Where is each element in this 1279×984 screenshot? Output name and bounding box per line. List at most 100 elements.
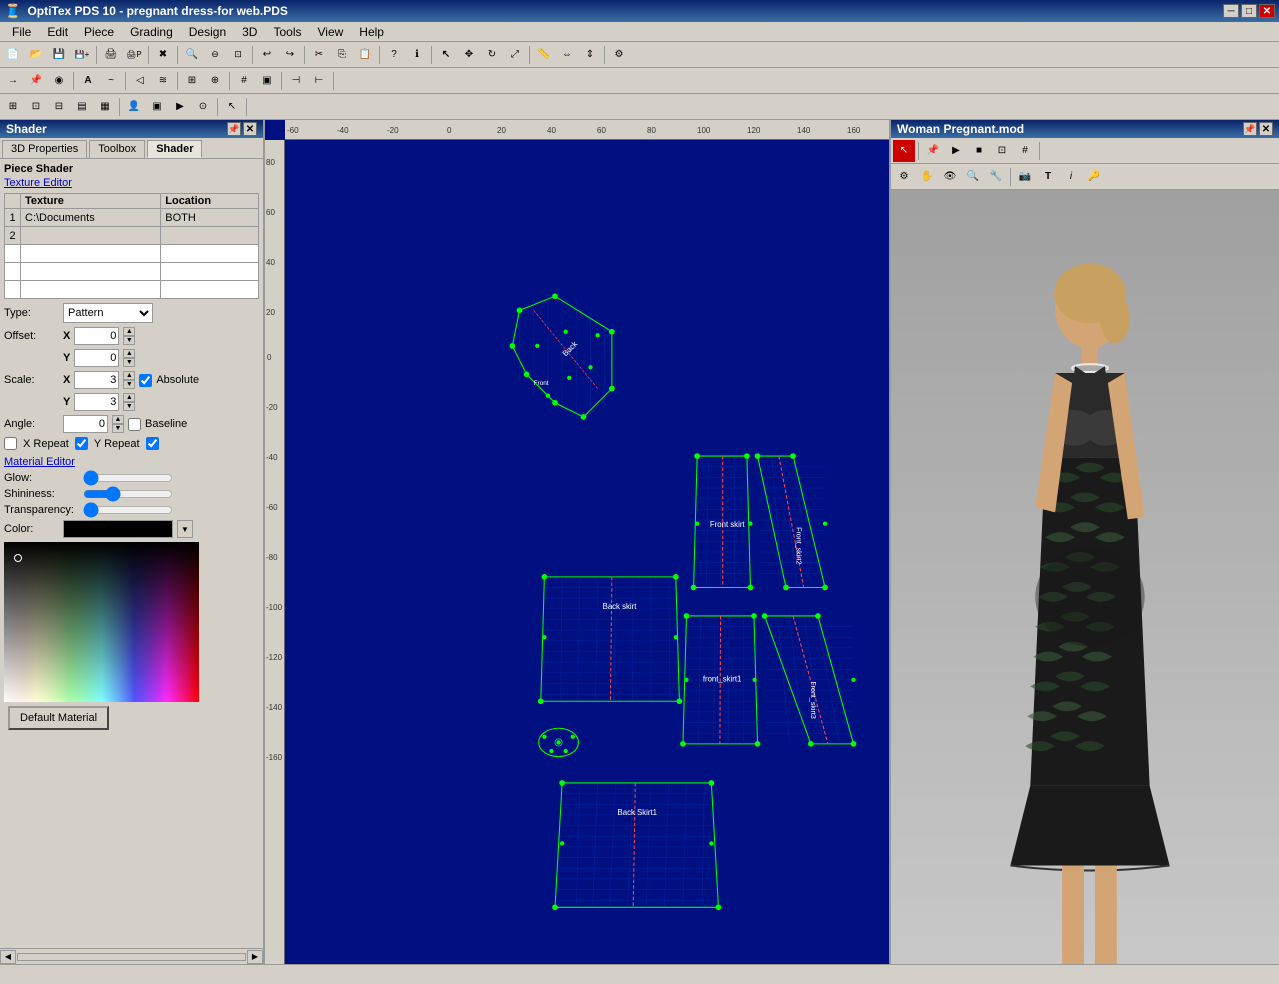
model-frame-btn[interactable]: ⊡ xyxy=(991,140,1013,162)
t5[interactable]: ▦ xyxy=(94,96,116,118)
shader-close-btn[interactable]: ✕ xyxy=(243,122,257,136)
maximize-btn[interactable]: □ xyxy=(1241,4,1257,18)
select-btn[interactable]: ↖ xyxy=(435,44,457,66)
texture-path-1[interactable]: C:\Documents xyxy=(21,209,161,227)
texture-editor-label[interactable]: Texture Editor xyxy=(4,177,259,189)
offset-y-input[interactable]: 0 xyxy=(74,349,119,367)
model-select-btn[interactable]: ↖ xyxy=(893,140,915,162)
delete-btn[interactable]: ✖ xyxy=(152,44,174,66)
angle-spin[interactable]: ▲ ▼ xyxy=(112,415,124,433)
cut-btn[interactable]: ✂ xyxy=(308,44,330,66)
t9[interactable]: ⊙ xyxy=(192,96,214,118)
align-r-btn[interactable]: ⊢ xyxy=(308,70,330,92)
zoom-in-btn[interactable]: 🔍 xyxy=(181,44,203,66)
scale-x-down[interactable]: ▼ xyxy=(123,380,135,389)
angle-input[interactable]: 0 xyxy=(63,415,108,433)
copy-btn[interactable]: ⎘ xyxy=(331,44,353,66)
scale-btn[interactable]: ⤢ xyxy=(504,44,526,66)
stitch-btn[interactable]: ⊞ xyxy=(181,70,203,92)
offset-y-spin[interactable]: ▲ ▼ xyxy=(123,349,135,367)
shininess-slider[interactable] xyxy=(83,489,173,499)
settings-btn[interactable]: ⚙ xyxy=(608,44,630,66)
menu-tools[interactable]: Tools xyxy=(265,23,309,41)
model-t1[interactable]: ⚙ xyxy=(893,166,915,188)
rotate-btn[interactable]: ↻ xyxy=(481,44,503,66)
tab-3d-properties[interactable]: 3D Properties xyxy=(2,140,87,158)
tab-toolbox[interactable]: Toolbox xyxy=(89,140,145,158)
angle-up[interactable]: ▲ xyxy=(112,415,124,424)
model-t5[interactable]: 🔧 xyxy=(985,166,1007,188)
offset-y-down[interactable]: ▼ xyxy=(123,358,135,367)
model-t6[interactable]: 📷 xyxy=(1014,166,1036,188)
save-btn[interactable]: 💾 xyxy=(48,44,70,66)
offset-x-input[interactable]: 0 xyxy=(74,327,119,345)
color-box[interactable] xyxy=(63,520,173,538)
redo-btn[interactable]: ↪ xyxy=(279,44,301,66)
location-2[interactable] xyxy=(161,227,259,245)
model-3d-view[interactable]: Opti Tex Next Generation 3D / 2D xyxy=(891,190,1279,964)
model-t8[interactable]: i xyxy=(1060,166,1082,188)
menu-file[interactable]: File xyxy=(4,23,39,41)
scale-y-down[interactable]: ▼ xyxy=(123,402,135,411)
model-close-btn[interactable]: ✕ xyxy=(1259,122,1273,136)
tab-shader[interactable]: Shader xyxy=(147,140,202,158)
new-btn[interactable]: 📄 xyxy=(2,44,24,66)
scale-x-up[interactable]: ▲ xyxy=(123,371,135,380)
scale-y-input[interactable]: 3 xyxy=(74,393,119,411)
arrow-btn[interactable]: → xyxy=(2,70,24,92)
t6[interactable]: 👤 xyxy=(123,96,145,118)
move-btn[interactable]: ✥ xyxy=(458,44,480,66)
model-t7[interactable]: T xyxy=(1037,166,1059,188)
model-play-btn[interactable]: ▶ xyxy=(945,140,967,162)
model-t2[interactable]: ✋ xyxy=(916,166,938,188)
offset-y-up[interactable]: ▲ xyxy=(123,349,135,358)
angle-down[interactable]: ▼ xyxy=(112,424,124,433)
absolute-checkbox[interactable] xyxy=(139,374,152,387)
canvas-area[interactable]: -60 -40 -20 0 20 40 60 80 100 120 140 16… xyxy=(265,120,889,964)
model-t4[interactable]: 🔍 xyxy=(962,166,984,188)
close-btn[interactable]: ✕ xyxy=(1259,4,1275,18)
texture-path-2[interactable] xyxy=(21,227,161,245)
t4[interactable]: ▤ xyxy=(71,96,93,118)
menu-design[interactable]: Design xyxy=(181,23,234,41)
y-repeat-checkbox[interactable] xyxy=(75,437,88,450)
paste-btn[interactable]: 📋 xyxy=(354,44,376,66)
menu-grading[interactable]: Grading xyxy=(122,23,181,41)
scale-y-spin[interactable]: ▲ ▼ xyxy=(123,393,135,411)
x-repeat-checkbox[interactable] xyxy=(4,437,17,450)
minimize-btn[interactable]: ─ xyxy=(1223,4,1239,18)
scroll-left-btn[interactable]: ◀ xyxy=(0,950,16,964)
scale-y-up[interactable]: ▲ xyxy=(123,393,135,402)
scale-x-input[interactable]: 3 xyxy=(74,371,119,389)
pointer-btn[interactable]: ↖ xyxy=(221,96,243,118)
model-t3[interactable]: 👁 xyxy=(939,166,961,188)
layer-btn[interactable]: ▣ xyxy=(256,70,278,92)
scale-x-spin[interactable]: ▲ ▼ xyxy=(123,371,135,389)
menu-help[interactable]: Help xyxy=(351,23,392,41)
print2-btn[interactable]: 🖨P xyxy=(123,44,145,66)
model-stop-btn[interactable]: ■ xyxy=(968,140,990,162)
t8[interactable]: ▶ xyxy=(169,96,191,118)
curve-btn[interactable]: ~ xyxy=(100,70,122,92)
pattern-canvas[interactable]: Back Front xyxy=(285,140,889,964)
menu-3d[interactable]: 3D xyxy=(234,23,265,41)
info-btn[interactable]: ℹ xyxy=(406,44,428,66)
extra-repeat-checkbox[interactable] xyxy=(146,437,159,450)
menu-edit[interactable]: Edit xyxy=(39,23,76,41)
title-controls[interactable]: ─ □ ✕ xyxy=(1223,4,1275,18)
dart-btn[interactable]: ◁ xyxy=(129,70,151,92)
model-pin-btn[interactable]: 📌 xyxy=(1243,122,1257,136)
scroll-right-btn[interactable]: ▶ xyxy=(247,950,263,964)
color-picker[interactable] xyxy=(4,542,199,702)
shader-pin-btn[interactable]: 📌 xyxy=(227,122,241,136)
location-1[interactable]: BOTH xyxy=(161,209,259,227)
pin-btn[interactable]: 📌 xyxy=(25,70,47,92)
material-editor-label[interactable]: Material Editor xyxy=(4,456,259,468)
undo-btn[interactable]: ↩ xyxy=(256,44,278,66)
print-btn[interactable]: 🖨 xyxy=(100,44,122,66)
baseline-checkbox[interactable] xyxy=(128,418,141,431)
text-btn[interactable]: A xyxy=(77,70,99,92)
t7[interactable]: ▣ xyxy=(146,96,168,118)
model-pin-tool[interactable]: 📌 xyxy=(922,140,944,162)
shader-scrollbar[interactable]: ◀ ▶ xyxy=(0,948,263,964)
